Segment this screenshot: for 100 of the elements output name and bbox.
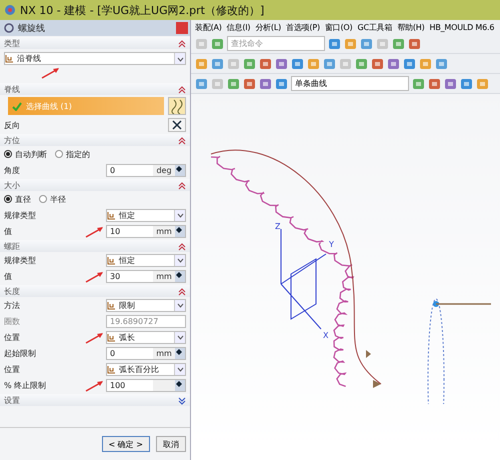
filter-dropdown[interactable]: 单条曲线: [291, 76, 409, 91]
unit-label: mm: [153, 348, 175, 358]
tool-icon[interactable]: [259, 77, 272, 90]
reverse-button[interactable]: [168, 118, 186, 132]
radio-label: 直径: [15, 194, 31, 204]
section-header[interactable]: 方位: [0, 134, 190, 146]
radio-button[interactable]: [39, 195, 47, 203]
section-header[interactable]: 设置: [0, 394, 190, 406]
tool-icon[interactable]: [328, 37, 341, 50]
curve-button[interactable]: [168, 97, 186, 115]
axis-label: Z: [275, 222, 280, 231]
section-header[interactable]: 脊线: [0, 83, 190, 95]
menu-item[interactable]: GC工具箱: [357, 22, 392, 32]
input-field[interactable]: 100: [106, 378, 186, 392]
tool-icon[interactable]: [243, 57, 256, 70]
tool-icon[interactable]: [392, 37, 405, 50]
tool-icon[interactable]: [307, 57, 320, 70]
menu-item[interactable]: 首选项(P): [286, 22, 320, 32]
tool-icon[interactable]: [435, 57, 448, 70]
tool-icon[interactable]: [428, 77, 441, 90]
tool-icon[interactable]: [195, 77, 208, 90]
tool-icon[interactable]: [387, 57, 400, 70]
input-field[interactable]: 0 deg: [106, 164, 186, 176]
section-header[interactable]: 长度: [0, 285, 190, 297]
caret-icon: [176, 56, 184, 62]
dialog-title: 螺旋线: [18, 22, 46, 34]
menu-item[interactable]: HB_MOULD M6.6: [430, 22, 494, 32]
check-icon: [12, 102, 22, 110]
tool-icon[interactable]: [403, 57, 416, 70]
tool-icon[interactable]: [291, 57, 304, 70]
tool-icon[interactable]: [227, 57, 240, 70]
caret-icon: [176, 366, 184, 372]
tool-icon[interactable]: [355, 57, 368, 70]
annotation-arrow: [84, 331, 104, 345]
tool-icon[interactable]: [275, 77, 288, 90]
axis-label: X: [323, 331, 328, 340]
tool-icon[interactable]: [460, 77, 473, 90]
annotation-arrow: [40, 66, 60, 80]
dropdown[interactable]: 弧长: [106, 330, 186, 344]
unit-label: deg: [153, 164, 175, 176]
dropdown[interactable]: 恒定: [106, 254, 186, 266]
ok-button[interactable]: < 确定 >: [102, 436, 150, 452]
tool-icon[interactable]: [195, 57, 208, 70]
curve-icon: [170, 98, 184, 114]
section-header[interactable]: 类型: [0, 37, 190, 49]
spin-icon: [175, 226, 183, 234]
dropdown[interactable]: 弧长百分比: [106, 362, 186, 376]
menu-item[interactable]: 信息(I): [226, 22, 250, 32]
tool-icon[interactable]: [376, 37, 389, 50]
input-field[interactable]: 30 mm: [106, 270, 186, 282]
app-icon: [4, 4, 16, 16]
tool-icon[interactable]: [243, 77, 256, 90]
dropdown[interactable]: 恒定: [106, 208, 186, 222]
law-icon: [107, 364, 116, 374]
menu-item[interactable]: 分析(L): [255, 22, 282, 32]
spin-icon: [175, 348, 183, 356]
select-label: 选择曲线 (1): [26, 100, 72, 112]
section-header[interactable]: 大小: [0, 179, 190, 191]
input-field[interactable]: 10 mm: [106, 224, 186, 238]
radio-button[interactable]: [55, 150, 63, 158]
section-title: 方位: [4, 134, 20, 146]
tool-icon[interactable]: [360, 37, 373, 50]
radio-button[interactable]: [4, 195, 12, 203]
field-label: 方法: [4, 300, 20, 310]
tool-icon[interactable]: [408, 37, 421, 50]
tool-icon[interactable]: [323, 57, 336, 70]
annotation-arrow: [84, 270, 104, 284]
tool-icon[interactable]: [195, 37, 208, 50]
field-label: 圈数: [4, 316, 20, 326]
cancel-button[interactable]: 取消: [156, 436, 186, 452]
tool-icon[interactable]: [371, 57, 384, 70]
menu-item[interactable]: 窗口(O): [324, 22, 352, 32]
unit-label: mm: [153, 226, 175, 236]
input-field[interactable]: 0 mm: [106, 346, 186, 360]
dropdown[interactable]: 沿脊线: [4, 52, 186, 65]
dropdown[interactable]: 限制: [106, 298, 186, 312]
input-field[interactable]: 19.6890727: [106, 314, 186, 328]
section-header[interactable]: 螺距: [0, 240, 190, 252]
tool-icon[interactable]: [476, 77, 489, 90]
tool-icon[interactable]: [275, 57, 288, 70]
section-title: 长度: [4, 286, 20, 296]
menu-item[interactable]: 帮助(H): [397, 22, 425, 32]
law-icon: [107, 256, 116, 264]
radio-label: 自动判断: [15, 148, 47, 160]
menu-item[interactable]: 装配(A): [195, 22, 222, 32]
caret-icon: [176, 257, 184, 263]
tool-icon[interactable]: [211, 77, 224, 90]
unit-label: mm: [153, 270, 175, 282]
tool-icon[interactable]: [444, 77, 457, 90]
tool-icon[interactable]: [339, 57, 352, 70]
radio-button[interactable]: [4, 150, 12, 158]
tool-icon[interactable]: [227, 77, 240, 90]
tool-icon[interactable]: [211, 37, 224, 50]
tool-icon[interactable]: [344, 37, 357, 50]
tool-icon[interactable]: [211, 57, 224, 70]
field-label: 值: [4, 226, 12, 236]
tool-icon[interactable]: [419, 57, 432, 70]
law-icon: [107, 210, 116, 220]
tool-icon[interactable]: [412, 77, 425, 90]
tool-icon[interactable]: [259, 57, 272, 70]
